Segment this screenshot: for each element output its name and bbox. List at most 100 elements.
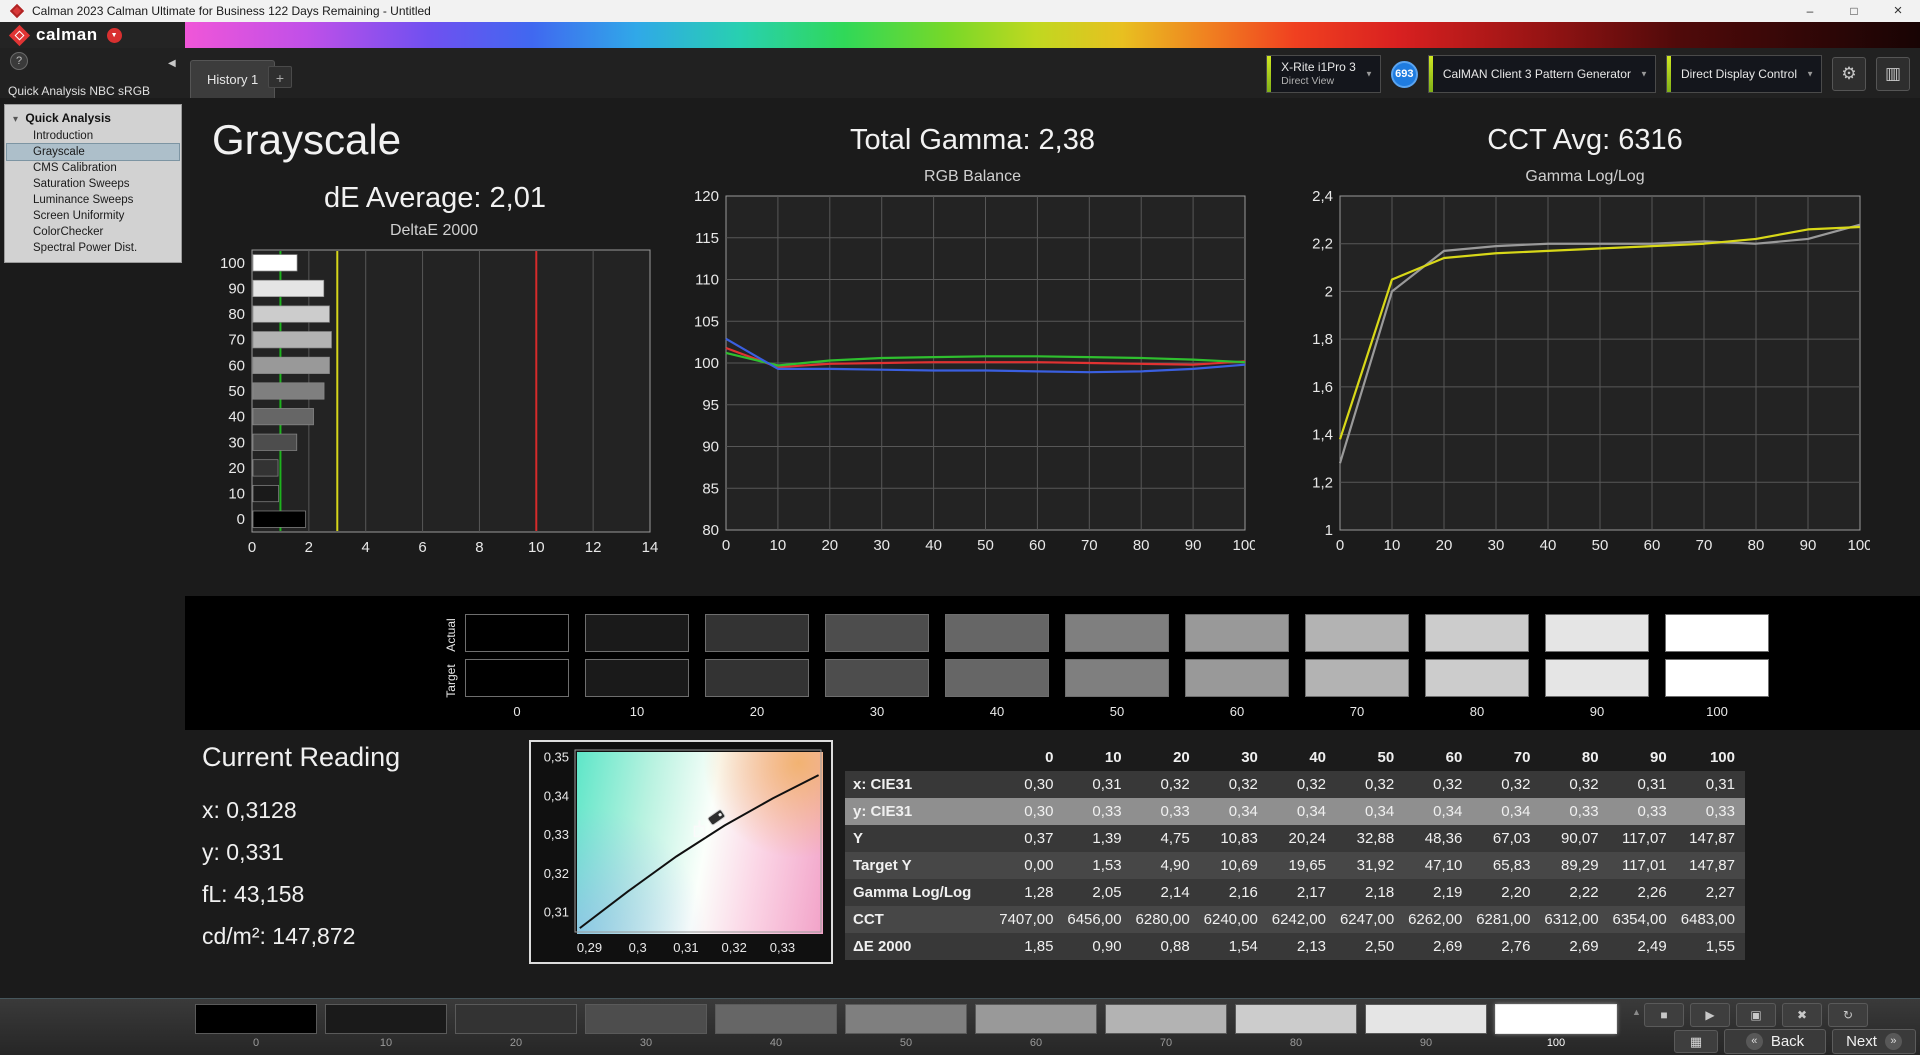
page-title: Grayscale [212, 116, 401, 164]
table-header: 0102030405060708090100 [845, 744, 1745, 771]
back-button-label: Back [1771, 1033, 1804, 1050]
svg-text:0,32: 0,32 [722, 940, 747, 955]
display-control-button[interactable]: Direct Display Control ▼ [1666, 55, 1822, 93]
svg-text:100: 100 [1232, 537, 1255, 554]
table-row[interactable]: y: CIE310,300,330,330,340,340,340,340,34… [845, 798, 1745, 825]
svg-text:1,4: 1,4 [1312, 427, 1333, 444]
svg-text:80: 80 [702, 522, 719, 539]
next-button[interactable]: Next » [1832, 1029, 1916, 1054]
sidebar-item-cms-calibration[interactable]: CMS Calibration [7, 160, 179, 176]
svg-text:30: 30 [1488, 537, 1505, 554]
pattern-button-70[interactable] [1105, 1004, 1227, 1034]
table-row[interactable]: Y0,371,394,7510,8320,2432,8848,3667,0390… [845, 825, 1745, 852]
swatch-level-label: 90 [1545, 704, 1649, 719]
swatch-column: 70 [1305, 614, 1409, 719]
swatch-level-label: 80 [1425, 704, 1529, 719]
table-row[interactable]: ΔE 20001,850,900,881,542,132,502,692,762… [845, 933, 1745, 960]
sidebar-item-saturation-sweeps[interactable]: Saturation Sweeps [7, 176, 179, 192]
window-controls: – □ × [1788, 0, 1920, 22]
minimize-button[interactable]: – [1788, 0, 1832, 22]
stop-button[interactable]: ■ [1644, 1003, 1684, 1027]
close-button[interactable]: × [1876, 0, 1920, 22]
svg-text:12: 12 [585, 539, 602, 556]
calman-app-window: Calman 2023 Calman Ultimate for Business… [0, 0, 1920, 1055]
pattern-button-40[interactable] [715, 1004, 837, 1034]
refresh-button[interactable]: ↻ [1828, 1003, 1868, 1027]
add-tab-button[interactable]: + [268, 66, 292, 88]
swatch-level-label: 10 [585, 704, 689, 719]
pattern-button-50[interactable] [845, 1004, 967, 1034]
pattern-generator-button[interactable]: CalMAN Client 3 Pattern Generator ▼ [1428, 55, 1656, 93]
pattern-button-80[interactable] [1235, 1004, 1357, 1034]
disconnect-button[interactable]: ✖ [1782, 1003, 1822, 1027]
sidebar-collapse-icon[interactable]: ◀ [168, 58, 176, 69]
back-button[interactable]: « Back [1724, 1029, 1826, 1054]
expand-panel-button[interactable]: ▲ [1632, 1007, 1641, 1017]
table-row[interactable]: x: CIE310,300,310,320,320,320,320,320,32… [845, 771, 1745, 798]
swatch-level-label: 100 [1665, 704, 1769, 719]
table-row[interactable]: Target Y0,001,534,9010,6919,6531,9247,10… [845, 852, 1745, 879]
svg-text:50: 50 [1592, 537, 1609, 554]
target-swatch-80 [1425, 659, 1529, 697]
table-row[interactable]: Gamma Log/Log1,282,052,142,162,172,182,1… [845, 879, 1745, 906]
svg-text:20: 20 [821, 537, 838, 554]
cct-avg-heading: CCT Avg: 6316 [1300, 124, 1870, 157]
swatch-grid: 0102030405060708090100 [465, 614, 1769, 719]
svg-text:8: 8 [475, 539, 483, 556]
meter-select-button[interactable]: X-Rite i1Pro 3 Direct View ▼ [1266, 55, 1381, 93]
settings-button[interactable]: ⚙ [1832, 57, 1866, 91]
svg-text:0,31: 0,31 [544, 905, 569, 920]
sidebar-item-luminance-sweeps[interactable]: Luminance Sweeps [7, 192, 179, 208]
tree-root-label: Quick Analysis [25, 111, 111, 125]
chart-title: RGB Balance [690, 168, 1255, 190]
cie-chart: 0,310,320,330,340,350,290,30,310,320,33 [529, 740, 833, 964]
layout-button[interactable]: ▥ [1876, 57, 1910, 91]
logo-menu-button[interactable]: ▼ [107, 28, 122, 43]
actual-swatch-0 [465, 614, 569, 652]
pattern-button-0[interactable] [195, 1004, 317, 1034]
next-arrow-icon: » [1885, 1033, 1902, 1050]
svg-text:60: 60 [228, 357, 245, 374]
sidebar-item-introduction[interactable]: Introduction [7, 128, 179, 144]
sidebar-item-grayscale[interactable]: Grayscale [7, 144, 179, 160]
pattern-button-100[interactable] [1495, 1004, 1617, 1034]
actual-swatch-50 [1065, 614, 1169, 652]
actual-swatch-60 [1185, 614, 1289, 652]
play-button[interactable]: ▶ [1690, 1003, 1730, 1027]
save-button[interactable]: ▣ [1736, 1003, 1776, 1027]
disconnect-icon: ✖ [1797, 1008, 1807, 1022]
svg-text:0,34: 0,34 [544, 788, 569, 803]
svg-text:0: 0 [722, 537, 730, 554]
sidebar-item-spectral-power-dist-[interactable]: Spectral Power Dist. [7, 240, 179, 256]
table-column-header: 0 [995, 744, 1063, 771]
pattern-level-label: 30 [585, 1037, 707, 1049]
pattern-window-button[interactable]: ▦ [1674, 1030, 1718, 1053]
table-row[interactable]: CCT7407,006456,006280,006240,006242,0062… [845, 906, 1745, 933]
table-column-header: 50 [1336, 744, 1404, 771]
tab-history-1[interactable]: History 1 [190, 60, 275, 98]
brand-row: calman ▼ [0, 22, 1920, 48]
swatch-column: 40 [945, 614, 1049, 719]
pattern-button-10[interactable] [325, 1004, 447, 1034]
sidebar-item-screen-uniformity[interactable]: Screen Uniformity [7, 208, 179, 224]
sidebar-item-colorchecker[interactable]: ColorChecker [7, 224, 179, 240]
help-button[interactable]: ? [10, 52, 28, 70]
de-average-heading: dE Average: 2,01 [210, 182, 660, 215]
svg-text:0: 0 [1336, 537, 1344, 554]
svg-text:2,4: 2,4 [1312, 190, 1333, 205]
pattern-column: 50 [845, 1004, 967, 1049]
pattern-column: 30 [585, 1004, 707, 1049]
svg-text:10: 10 [1384, 537, 1401, 554]
svg-text:20: 20 [228, 460, 245, 477]
pattern-button-20[interactable] [455, 1004, 577, 1034]
svg-text:90: 90 [1800, 537, 1817, 554]
svg-text:0: 0 [237, 511, 245, 528]
svg-text:1,8: 1,8 [1312, 331, 1333, 348]
pattern-button-60[interactable] [975, 1004, 1097, 1034]
maximize-button[interactable]: □ [1832, 0, 1876, 22]
pattern-button-30[interactable] [585, 1004, 707, 1034]
svg-text:100: 100 [694, 355, 719, 372]
svg-text:50: 50 [228, 383, 245, 400]
tree-root-quick-analysis[interactable]: ▾ Quick Analysis [7, 109, 179, 128]
pattern-button-90[interactable] [1365, 1004, 1487, 1034]
